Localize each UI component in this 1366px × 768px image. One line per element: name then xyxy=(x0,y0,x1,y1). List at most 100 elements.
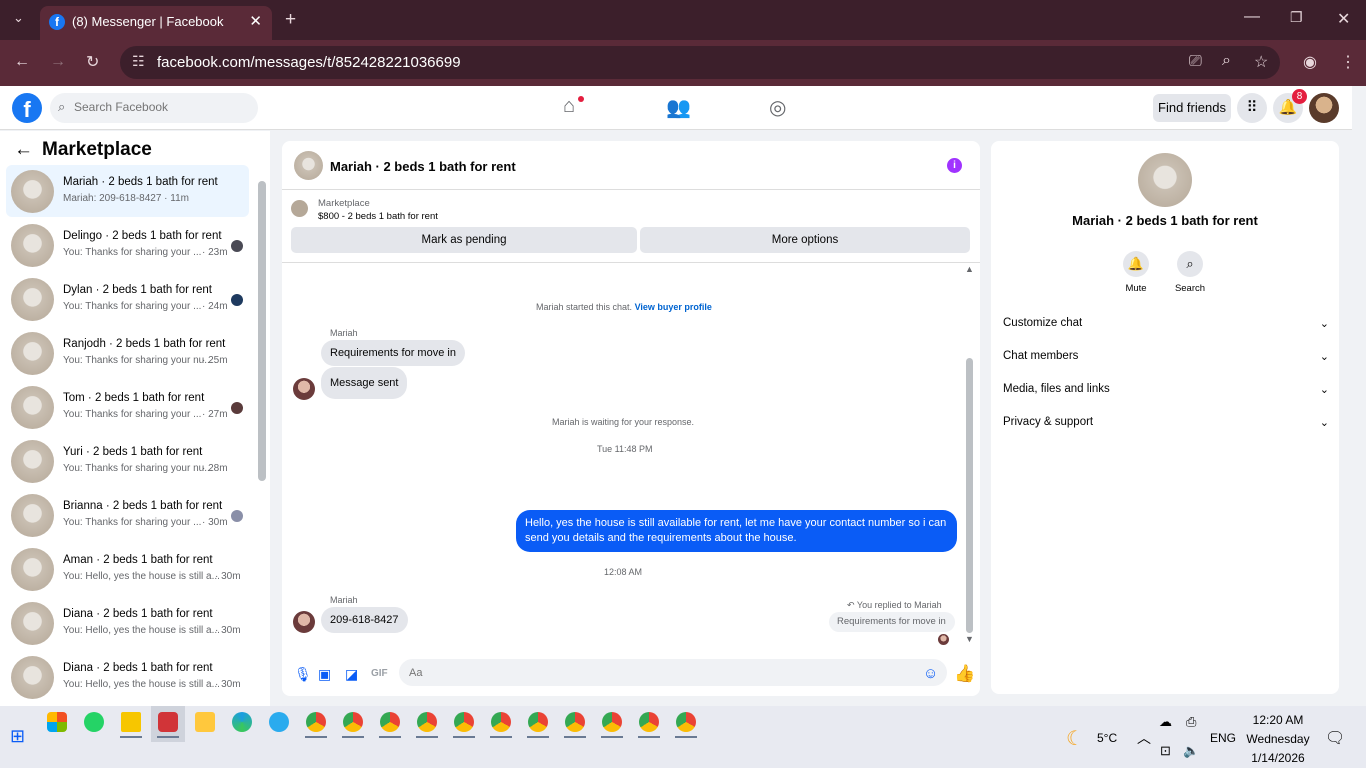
sidebar-scrollbar[interactable] xyxy=(258,181,266,481)
file-explorer-icon[interactable] xyxy=(195,712,215,732)
mute-button[interactable]: 🔔 Mute xyxy=(1111,251,1161,294)
system-clock[interactable]: 12:20 AM Wednesday 1/14/2026 xyxy=(1244,711,1312,768)
info-icon[interactable]: i xyxy=(947,158,962,173)
weather-moon-icon[interactable]: ☾ xyxy=(1066,726,1084,751)
incoming-message[interactable]: 209-618-8427 xyxy=(321,607,408,633)
profile-avatar[interactable] xyxy=(1309,93,1339,123)
zoom-icon[interactable]: ⌕ xyxy=(1222,52,1231,70)
chat-title[interactable]: Mariah · 2 beds 1 bath for rent xyxy=(330,159,516,174)
message-input[interactable] xyxy=(399,659,947,686)
back-icon[interactable]: ← xyxy=(14,53,30,71)
conversation-item[interactable]: Diana · 2 beds 1 bath for rent You: Hell… xyxy=(6,597,249,649)
more-options-button[interactable]: More options xyxy=(640,227,970,253)
weather-temperature[interactable]: 5°C xyxy=(1097,731,1117,745)
menu-grid-icon[interactable]: ⠿ xyxy=(1237,93,1267,123)
install-app-icon[interactable]: ⎚ xyxy=(1189,53,1202,71)
chrome-profile-icon[interactable] xyxy=(602,712,622,732)
copilot-icon[interactable] xyxy=(47,712,67,732)
search-button[interactable]: ⌕ Search xyxy=(1165,251,1215,294)
emoji-icon[interactable]: ☺ xyxy=(923,665,938,682)
view-buyer-profile-link[interactable]: View buyer profile xyxy=(635,302,712,312)
conversation-item[interactable]: Delingo · 2 beds 1 bath for rent You: Th… xyxy=(6,219,249,271)
gif-icon[interactable]: GIF xyxy=(371,668,388,679)
telegram-icon[interactable] xyxy=(269,712,289,732)
chrome-profile-icon[interactable] xyxy=(491,712,511,732)
tab-close-icon[interactable]: ✕ xyxy=(249,12,262,30)
conversation-avatar[interactable] xyxy=(1138,153,1192,207)
facebook-search-input[interactable] xyxy=(74,100,244,114)
omnibox[interactable]: ☷ facebook.com/messages/t/85242822103669… xyxy=(120,46,1280,79)
chrome-profile-icon[interactable] xyxy=(639,712,659,732)
chrome-profile-icon[interactable] xyxy=(454,712,474,732)
listing-thumbnail[interactable] xyxy=(291,200,308,217)
conversation-item[interactable]: Tom · 2 beds 1 bath for rent You: Thanks… xyxy=(6,381,249,433)
outgoing-message[interactable]: Hello, yes the house is still available … xyxy=(516,510,957,552)
tray-chevron-up-icon[interactable]: ︿ xyxy=(1137,728,1151,748)
incoming-message[interactable]: Requirements for move in xyxy=(321,340,465,366)
chrome-profile-icon[interactable] xyxy=(676,712,696,732)
network-icon[interactable]: ⊡ xyxy=(1160,743,1171,759)
media-files-links-row[interactable]: Media, files and links ⌄ xyxy=(1003,383,1329,407)
edge-icon[interactable] xyxy=(232,712,252,732)
volume-icon[interactable]: 🔈 xyxy=(1183,743,1199,759)
quoted-message[interactable]: Requirements for move in xyxy=(829,612,955,632)
tab-messenger[interactable]: f (8) Messenger | Facebook ✕ xyxy=(40,6,272,40)
conversation-item[interactable]: Dylan · 2 beds 1 bath for rent You: Than… xyxy=(6,273,249,325)
privacy-support-row[interactable]: Privacy & support ⌄ xyxy=(1003,416,1329,440)
photo-icon[interactable]: ▣ xyxy=(318,666,331,683)
menu-kebab-icon[interactable]: ⋮ xyxy=(1340,52,1356,72)
chrome-profile-icon[interactable] xyxy=(380,712,400,732)
microphone-icon[interactable]: 🎙 xyxy=(294,666,312,683)
chat-members-row[interactable]: Chat members ⌄ xyxy=(1003,350,1329,374)
whatsapp-icon[interactable] xyxy=(84,712,104,732)
meet-now-icon[interactable]: ⎙ xyxy=(1186,714,1196,730)
find-friends-button[interactable]: Find friends xyxy=(1153,94,1231,122)
facebook-logo-icon[interactable]: f xyxy=(12,93,42,123)
windows-start-icon[interactable]: ⊞ xyxy=(10,726,25,747)
tab-search-icon[interactable]: ⌄ xyxy=(13,10,24,26)
chrome-profile-icon[interactable] xyxy=(565,712,585,732)
chrome-profile-icon[interactable] xyxy=(343,712,363,732)
sender-avatar[interactable] xyxy=(293,378,315,400)
scroll-up-icon[interactable]: ▲ xyxy=(965,264,974,274)
reload-icon[interactable]: ↻ xyxy=(86,52,99,72)
conversation-item[interactable]: Mariah · 2 beds 1 bath for rent Mariah: … xyxy=(6,165,249,217)
site-info-icon[interactable]: ☷ xyxy=(132,53,145,70)
window-close-icon[interactable]: ✕ xyxy=(1337,9,1350,29)
back-arrow-icon[interactable]: ← xyxy=(14,139,33,161)
bookmark-star-icon[interactable]: ☆ xyxy=(1254,52,1268,72)
profile-icon[interactable]: ◉ xyxy=(1303,52,1317,72)
url-text[interactable]: facebook.com/messages/t/852428221036699 xyxy=(157,54,461,71)
chrome-icon[interactable] xyxy=(306,712,326,732)
new-tab-icon[interactable]: + xyxy=(285,9,296,31)
minimize-icon[interactable]: — xyxy=(1244,8,1260,26)
chat-scrollbar[interactable] xyxy=(966,358,973,633)
chat-avatar[interactable] xyxy=(294,151,323,180)
language-indicator[interactable]: ENG xyxy=(1210,731,1236,745)
scroll-down-icon[interactable]: ▼ xyxy=(965,634,974,644)
mark-as-pending-button[interactable]: Mark as pending xyxy=(291,227,637,253)
notification-center-icon[interactable]: 🗨 xyxy=(1325,728,1345,748)
chrome-profile-icon[interactable] xyxy=(528,712,548,732)
conversation-item[interactable]: Ranjodh · 2 beds 1 bath for rent You: Th… xyxy=(6,327,249,379)
groups-icon[interactable]: ◎ xyxy=(769,95,786,120)
home-icon[interactable]: ⌂ xyxy=(563,95,575,118)
conversation-item[interactable]: Aman · 2 beds 1 bath for rent You: Hello… xyxy=(6,543,249,595)
facebook-search[interactable]: ⌕ xyxy=(50,93,258,123)
chrome-profile-icon[interactable] xyxy=(417,712,437,732)
customize-chat-row[interactable]: Customize chat ⌄ xyxy=(1003,317,1329,341)
conversation-item[interactable]: Yuri · 2 beds 1 bath for rent You: Thank… xyxy=(6,435,249,487)
listing-price-title[interactable]: $800 - 2 beds 1 bath for rent xyxy=(318,211,438,222)
conversation-item[interactable]: Diana · 2 beds 1 bath for rent You: Hell… xyxy=(6,651,249,703)
conversation-item[interactable]: Brianna · 2 beds 1 bath for rent You: Th… xyxy=(6,489,249,541)
recorder-icon[interactable] xyxy=(158,712,178,732)
thumbs-up-icon[interactable]: 👍 xyxy=(954,664,975,684)
restore-icon[interactable]: ❐ xyxy=(1290,9,1303,26)
onedrive-icon[interactable]: ☁ xyxy=(1159,714,1172,730)
incoming-message[interactable]: Message sent xyxy=(321,367,408,399)
sticky-notes-icon[interactable] xyxy=(121,712,141,732)
friends-icon[interactable]: 👥 xyxy=(666,95,691,120)
sender-avatar[interactable] xyxy=(293,611,315,633)
forward-icon[interactable]: → xyxy=(50,53,66,71)
sticker-icon[interactable]: ◪ xyxy=(345,666,358,683)
